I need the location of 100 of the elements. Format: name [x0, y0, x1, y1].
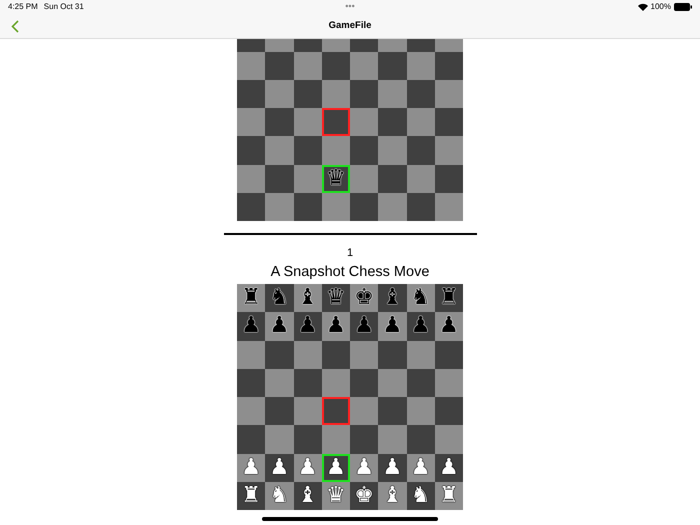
- board-square[interactable]: ♚: [350, 284, 378, 312]
- move-title: A Snapshot Chess Move: [270, 263, 430, 281]
- board-square[interactable]: [322, 340, 350, 369]
- board-square[interactable]: ♟: [406, 454, 435, 482]
- back-chevron-icon: [11, 20, 19, 32]
- board-square[interactable]: ♟: [322, 312, 350, 340]
- board-square[interactable]: ♜: [434, 284, 463, 312]
- board-square[interactable]: [294, 192, 322, 221]
- board-square[interactable]: ♜: [237, 284, 266, 312]
- board-square[interactable]: [406, 108, 435, 136]
- board-square[interactable]: [237, 80, 266, 108]
- board-square[interactable]: [350, 192, 378, 221]
- board-square[interactable]: [350, 80, 378, 108]
- board-square[interactable]: [322, 80, 350, 108]
- board-square[interactable]: [350, 108, 378, 136]
- board-square[interactable]: ♟: [378, 454, 406, 482]
- board-square[interactable]: ♟: [434, 454, 463, 482]
- chess-piece: ♟: [410, 456, 430, 479]
- board-square[interactable]: ♟: [237, 454, 266, 482]
- chess-piece: ♝: [382, 287, 402, 310]
- board-square[interactable]: [237, 52, 266, 80]
- board-square[interactable]: [434, 164, 463, 193]
- board-square[interactable]: ♟: [350, 454, 378, 482]
- chess-piece: ♟: [298, 315, 318, 338]
- chess-piece: ♟: [354, 315, 374, 338]
- board-square[interactable]: ♟: [322, 454, 350, 482]
- chess-piece: ♟: [270, 456, 290, 479]
- board-square[interactable]: [294, 340, 322, 369]
- board-square[interactable]: [294, 108, 322, 136]
- board-square[interactable]: [434, 340, 463, 369]
- board-square[interactable]: [294, 368, 322, 397]
- board-square[interactable]: ♞: [406, 482, 435, 510]
- chess-piece: ♝: [298, 484, 318, 507]
- board-square[interactable]: [237, 108, 266, 136]
- board-square[interactable]: [237, 397, 266, 426]
- board-square[interactable]: [294, 52, 322, 80]
- board-square[interactable]: ♟: [265, 454, 294, 482]
- chess-piece: ♟: [241, 456, 261, 479]
- chess-piece: ♜: [241, 484, 261, 507]
- board-square[interactable]: [294, 397, 322, 426]
- chess-piece: ♟: [270, 315, 290, 338]
- board-square[interactable]: ♜: [237, 482, 266, 510]
- board-square[interactable]: ♟: [294, 454, 322, 482]
- board-square[interactable]: [406, 192, 435, 221]
- board-square[interactable]: [434, 52, 463, 80]
- board-square[interactable]: [350, 164, 378, 193]
- board-square[interactable]: [294, 80, 322, 108]
- board-square[interactable]: ♞: [265, 482, 294, 510]
- board-square[interactable]: [294, 164, 322, 193]
- chess-piece: ♜: [241, 287, 261, 310]
- chess-piece: ♛: [326, 168, 346, 190]
- board-square[interactable]: [322, 397, 350, 426]
- chess-piece: ♞: [270, 287, 290, 310]
- board-square[interactable]: ♜: [434, 482, 463, 510]
- multitask-dots[interactable]: •••: [345, 0, 355, 14]
- board-square[interactable]: ♚: [350, 482, 378, 510]
- board-square[interactable]: ♞: [406, 284, 435, 312]
- chess-piece: ♟: [326, 315, 346, 338]
- board-square[interactable]: [434, 368, 463, 397]
- board-square[interactable]: [237, 368, 266, 397]
- chess-piece: ♚: [354, 484, 374, 507]
- board-square[interactable]: [406, 397, 435, 426]
- board-square[interactable]: [350, 340, 378, 369]
- board-square[interactable]: ♝: [378, 482, 406, 510]
- board-square[interactable]: ♟: [265, 312, 294, 340]
- board-square[interactable]: [406, 368, 435, 397]
- chess-piece: ♟: [298, 456, 318, 479]
- board-square[interactable]: [434, 397, 463, 426]
- board-square[interactable]: [237, 192, 266, 221]
- board-square[interactable]: [350, 52, 378, 80]
- board-square[interactable]: ♝: [294, 482, 322, 510]
- board-square[interactable]: [322, 52, 350, 80]
- chess-piece: ♜: [439, 484, 459, 507]
- chess-piece: ♟: [382, 315, 402, 338]
- board-square[interactable]: ♛: [322, 164, 350, 193]
- board-square[interactable]: [322, 108, 350, 136]
- board-square[interactable]: [434, 108, 463, 136]
- board-square[interactable]: [237, 340, 266, 369]
- chess-piece: ♟: [439, 315, 459, 338]
- board-square[interactable]: ♝: [294, 284, 322, 312]
- board-square[interactable]: ♟: [378, 312, 406, 340]
- board-square[interactable]: [350, 368, 378, 397]
- board-square[interactable]: [406, 340, 435, 369]
- status-date: Sun Oct 31: [44, 1, 84, 13]
- chess-piece: ♟: [241, 315, 261, 338]
- board-square[interactable]: [434, 80, 463, 108]
- board-square[interactable]: [406, 52, 435, 80]
- chess-piece: ♝: [298, 287, 318, 310]
- board-square[interactable]: ♛: [322, 482, 350, 510]
- move-number: 1: [346, 246, 354, 260]
- board-square[interactable]: [406, 164, 435, 193]
- board-square[interactable]: ♟: [434, 312, 463, 340]
- status-time: 4:25 PM: [8, 1, 38, 13]
- chess-piece: ♟: [410, 315, 430, 338]
- board-square[interactable]: [322, 368, 350, 397]
- board-square[interactable]: [406, 80, 435, 108]
- board-square[interactable]: [350, 397, 378, 426]
- board-square[interactable]: [434, 192, 463, 221]
- board-square[interactable]: ♛: [322, 284, 350, 312]
- board-square[interactable]: [237, 164, 266, 193]
